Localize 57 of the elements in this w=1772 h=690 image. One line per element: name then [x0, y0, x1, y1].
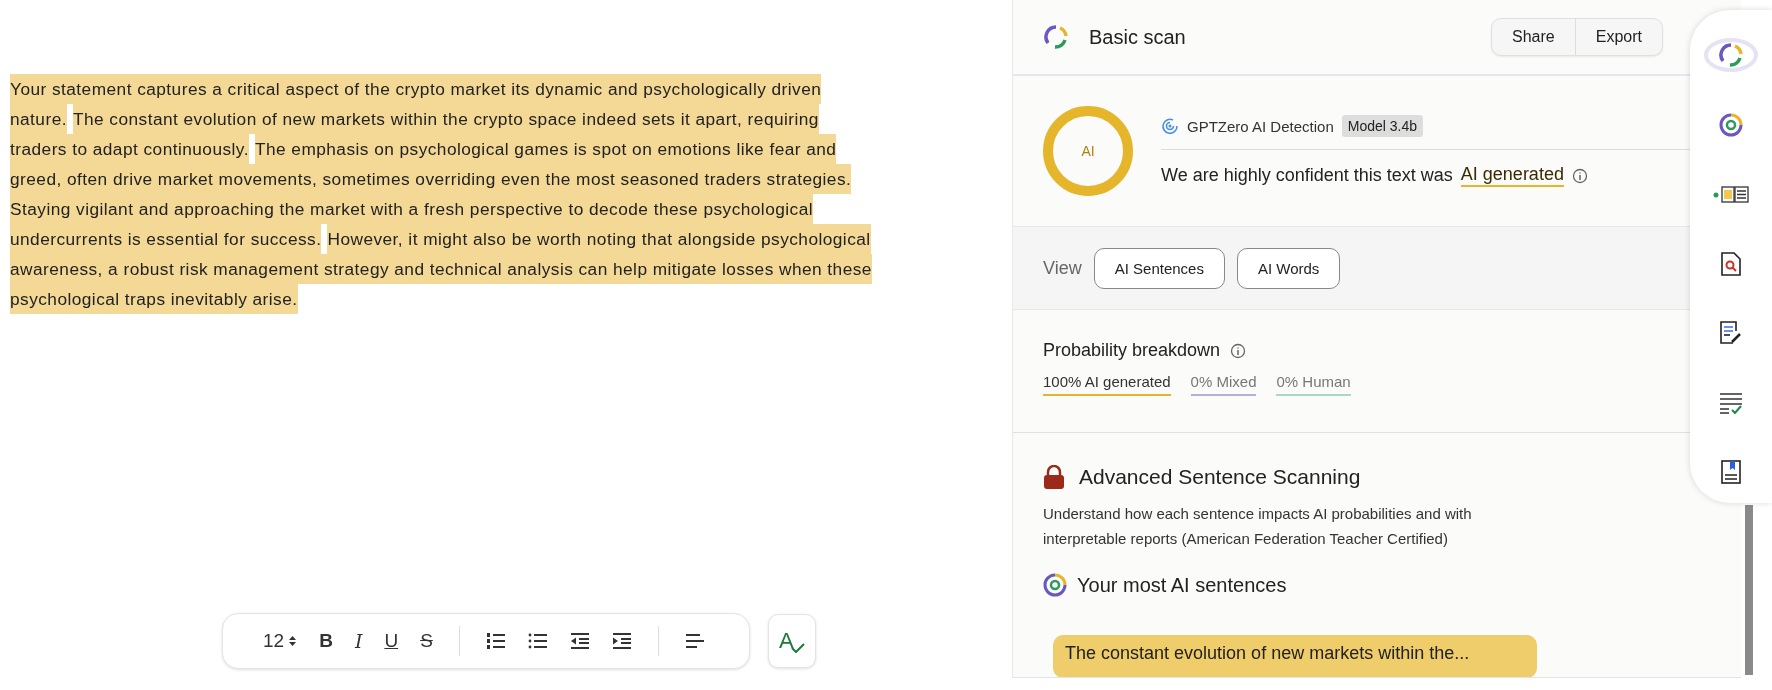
- scan-title: Basic scan: [1089, 25, 1187, 49]
- bookmark-document-icon: [1721, 460, 1741, 485]
- lock-icon: [1043, 465, 1065, 489]
- verdict-label: AI generated: [1460, 164, 1564, 187]
- logo-ring-icon: [1718, 42, 1744, 68]
- info-icon[interactable]: [1230, 342, 1247, 359]
- text-segment: awareness, a robust risk management strategy and technical analysis can help mitigate losses when these: [10, 254, 872, 284]
- text-segment: undercurrents is essential for success.: [10, 224, 322, 254]
- action-button[interactable]: Share: [1492, 19, 1575, 55]
- bold-button[interactable]: B: [315, 626, 337, 656]
- text-segment: Staying vigilant and approaching the market with a fresh perspective to decode these psychological: [10, 194, 813, 224]
- verdict-text: We are highly confident this text was: [1161, 165, 1453, 186]
- text-segment: The constant evolution of new markets within the crypto space indeed sets it apart, requiring: [72, 104, 819, 134]
- breakdown-title: Probability breakdown: [1043, 340, 1221, 361]
- bullet-list-icon[interactable]: [527, 632, 548, 650]
- outdent-icon[interactable]: [569, 632, 590, 650]
- text-segment: psychological traps inevitably arise.: [10, 284, 298, 314]
- text-segment: nature.: [10, 104, 67, 134]
- scan-logo-icon: [1719, 112, 1743, 137]
- text-segment: greed, often drive market movements, sometimes overriding even the most seasoned traders strategies.: [10, 164, 852, 194]
- detector-name: GPTZero AI Detection: [1187, 117, 1334, 135]
- indent-icon[interactable]: [611, 632, 632, 650]
- spellcheck-button[interactable]: A: [767, 614, 816, 668]
- underline-button[interactable]: U: [380, 626, 403, 656]
- checklist-icon: [1719, 391, 1743, 414]
- text-segment: However, it might also be worth noting that alongside psychological: [327, 224, 871, 254]
- view-option-button[interactable]: AI Sentences: [1093, 247, 1225, 289]
- font-size-button[interactable]: 12: [259, 626, 302, 656]
- sentence-card[interactable]: The constant evolution of new markets within the...: [1053, 635, 1537, 677]
- align-left-icon[interactable]: [684, 633, 705, 649]
- breakdown-item: 0% Mixed: [1190, 373, 1257, 396]
- advanced-description: Understand how each sentence impacts AI probabilities and with interpretable reports (American Federation Teacher Certified): [1043, 504, 1473, 549]
- model-tag: Model 3.4b: [1341, 115, 1423, 137]
- document-compare-icon: [1713, 185, 1749, 204]
- text-segment: Your statement captures a critical aspect of the crypto market its dynamic and psychologically driven: [10, 74, 822, 104]
- stepper-icon: [288, 634, 298, 648]
- text-segment: traders to adapt continuously.: [10, 134, 249, 164]
- document-edit-icon: [1720, 321, 1742, 346]
- view-option-button[interactable]: AI Words: [1236, 247, 1341, 289]
- breakdown-item: 0% Human: [1276, 373, 1351, 396]
- action-button[interactable]: Export: [1574, 19, 1662, 55]
- score-ring: AI: [1043, 106, 1133, 196]
- breakdown-item: 100% AI generated: [1043, 373, 1171, 396]
- text-segment: The emphasis on psychological games is spot on emotions like fear and: [254, 134, 837, 164]
- numbered-list-icon[interactable]: [485, 632, 506, 650]
- italic-button[interactable]: I: [350, 626, 367, 656]
- view-label: View: [1043, 257, 1082, 279]
- top-sentences-title: Your most AI sentences: [1077, 573, 1287, 597]
- scrollbar[interactable]: [1745, 505, 1753, 675]
- target-icon: [1161, 117, 1179, 135]
- strike-button[interactable]: S: [416, 626, 437, 656]
- advanced-title: Advanced Sentence Scanning: [1079, 465, 1361, 489]
- document-search-icon: [1721, 251, 1741, 276]
- logo-ring-icon: [1043, 24, 1069, 50]
- info-icon[interactable]: [1571, 167, 1588, 184]
- logo-tool[interactable]: [1704, 38, 1758, 72]
- scan-logo-icon: [1043, 573, 1067, 597]
